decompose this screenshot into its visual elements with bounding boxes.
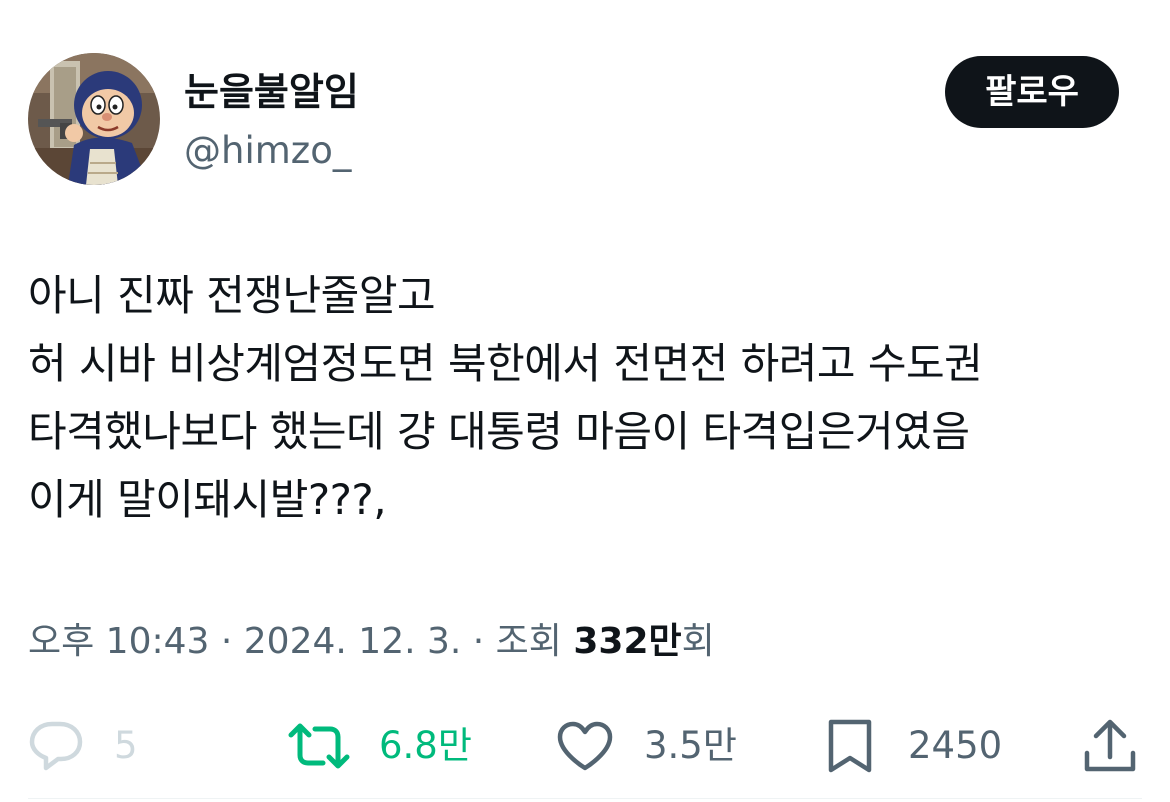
views-label: 조회 (495, 621, 574, 662)
views-count: 332만 (573, 621, 682, 662)
tweet-text: 아니 진짜 전쟁난줄알고 허 시바 비상계엄정도면 북한에서 전면전 하려고 수… (28, 262, 1143, 534)
tweet-date[interactable]: 2024. 12. 3. (244, 621, 462, 662)
bottom-divider (28, 798, 1142, 799)
follow-button[interactable]: 팔로우 (945, 56, 1119, 128)
bookmark-icon (828, 719, 872, 773)
views-suffix: 회 (681, 621, 715, 662)
author-handle[interactable]: @himzo_ (184, 126, 351, 176)
bookmark-button[interactable]: 2450 (826, 716, 1002, 776)
reply-button[interactable]: 5 (28, 716, 138, 776)
tweet-line: 허 시바 비상계엄정도면 북한에서 전면전 하려고 수도권 (28, 339, 983, 388)
avatar-image (28, 53, 160, 185)
tweet-line: 타격했나보다 했는데 걍 대통령 마음이 타격입은거였음 (28, 407, 970, 456)
like-count: 3.5만 (644, 724, 737, 767)
tweet-meta: 오후 10:43 · 2024. 12. 3. · 조회 332만회 (28, 615, 715, 669)
reply-icon (29, 721, 83, 771)
author-display-name[interactable]: 눈을불알임 (184, 66, 359, 118)
retweet-count: 6.8만 (379, 724, 472, 767)
tweet-line: 아니 진짜 전쟁난줄알고 (28, 271, 436, 320)
retweet-icon (288, 723, 350, 769)
like-icon (557, 721, 613, 771)
meta-separator: · (461, 621, 496, 662)
like-button[interactable]: 3.5만 (556, 716, 737, 776)
bookmark-count: 2450 (908, 724, 1003, 767)
meta-separator: · (209, 621, 244, 662)
retweet-button[interactable]: 6.8만 (287, 716, 472, 776)
reply-count: 5 (114, 724, 138, 767)
share-button[interactable] (1082, 716, 1138, 776)
tweet-line: 이게 말이돼시발???, (28, 475, 387, 524)
share-icon (1084, 719, 1136, 772)
avatar[interactable] (28, 53, 160, 185)
tweet-time[interactable]: 오후 10:43 (28, 621, 209, 662)
